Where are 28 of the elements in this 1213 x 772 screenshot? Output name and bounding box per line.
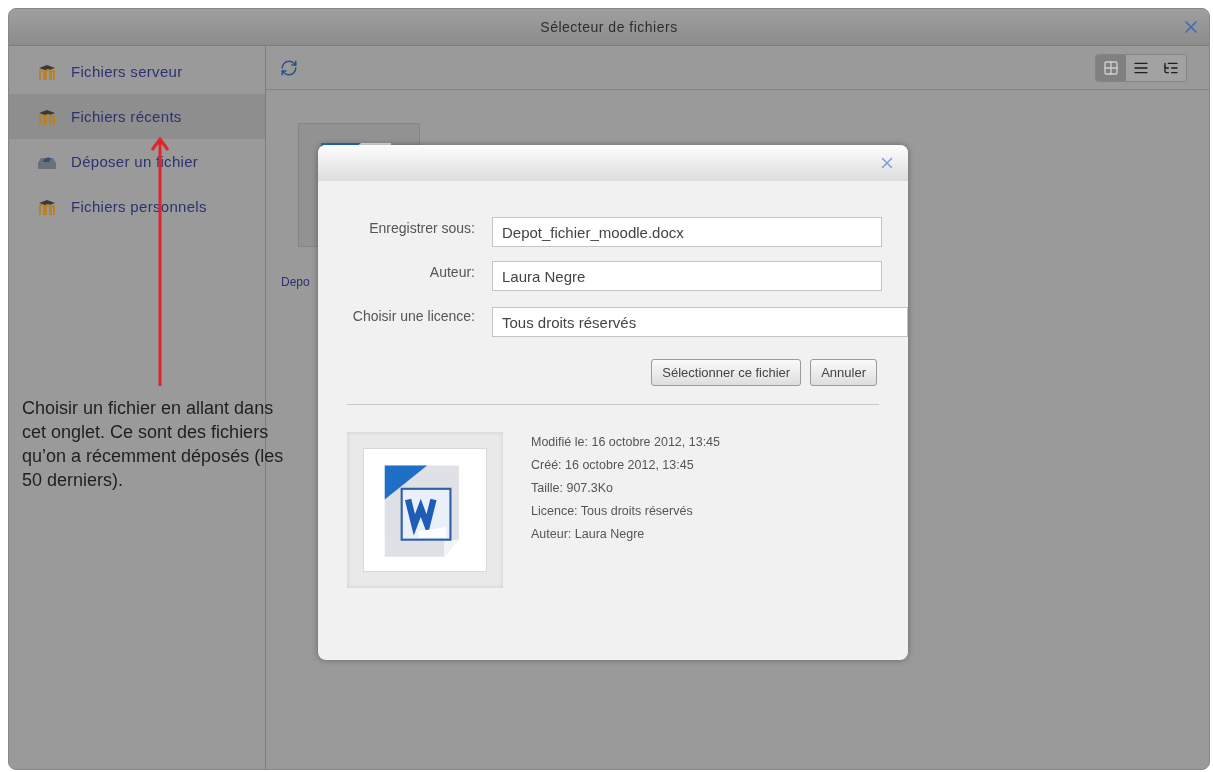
view-mode-button[interactable]	[1156, 54, 1186, 81]
moodle-icon	[37, 198, 57, 215]
field-label: Auteur:	[428, 263, 475, 282]
field-label: Enregistrer sous:	[368, 219, 475, 238]
file-detail: Licence: Tous droits réservés	[531, 504, 694, 519]
file-detail: Taille: 907.3Ko	[531, 481, 614, 496]
sidebar-item-label: Fichiers serveur	[71, 63, 183, 80]
moodle-icon	[37, 63, 57, 80]
file-detail: Modifié le: 16 octobre 2012, 13:45	[531, 435, 721, 450]
refresh-icon	[280, 58, 298, 77]
input-field[interactable]: Depot_fichier_moodle.docx	[492, 217, 882, 247]
field-label: Choisir une licence:	[351, 307, 475, 326]
view-mode-button[interactable]	[1126, 54, 1156, 81]
sidebar-item-label: Fichiers récents	[71, 108, 182, 125]
sidebar-item[interactable]: Fichiers serveur	[9, 49, 265, 94]
sidebar-item[interactable]: Fichiers récents	[9, 94, 265, 139]
file-detail: Auteur: Laura Negre	[531, 527, 646, 542]
file-name[interactable]: Depo	[281, 275, 310, 289]
annotation-text: Choisir un fichier en allant dans cet onglet. Ce sont des fichiers qu’on a récemment déposés (les 50 derniers).	[22, 397, 285, 492]
file-detail: Créé: 16 octobre 2012, 13:45	[531, 458, 695, 473]
grid-icon	[1103, 59, 1119, 76]
window-title: Sélecteur de fichiers	[540, 19, 678, 35]
licence-select[interactable]: Tous droits réservés	[492, 307, 908, 337]
cancel-button[interactable]: Annuler	[810, 359, 877, 386]
refresh-button[interactable]	[280, 58, 298, 77]
select-file-button[interactable]: Sélectionner ce fichier	[651, 359, 802, 386]
moodle-icon	[37, 108, 57, 125]
input-field[interactable]: Laura Negre	[492, 261, 882, 291]
